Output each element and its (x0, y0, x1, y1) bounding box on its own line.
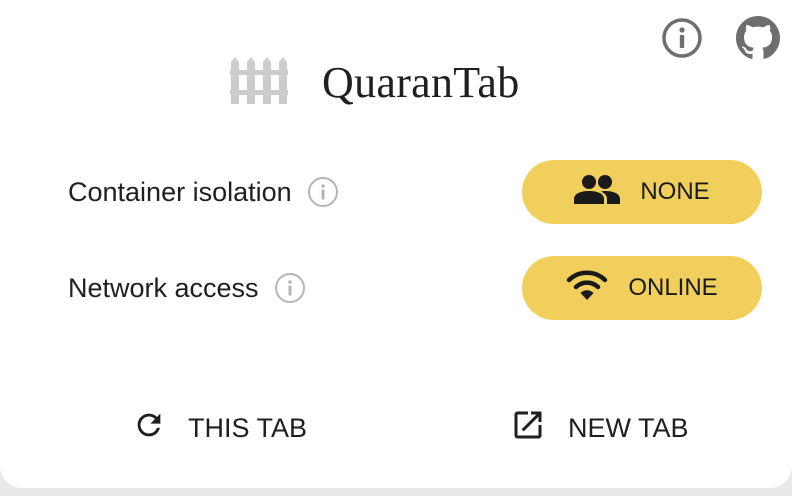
fence-icon (230, 56, 288, 109)
new-tab-label: NEW TAB (568, 412, 689, 443)
info-icon[interactable] (306, 175, 340, 209)
setting-label: Network access (68, 272, 259, 303)
container-isolation-toggle[interactable]: NONE (522, 160, 762, 224)
network-access-value: ONLINE (628, 274, 718, 301)
open-this-tab-button[interactable]: THIS TAB (132, 400, 307, 456)
info-icon[interactable] (660, 16, 704, 60)
setting-label-group: Container isolation (68, 175, 340, 209)
popup: QuaranTab Container isolation NONE Netwo… (0, 0, 792, 488)
wifi-icon (566, 269, 608, 308)
info-icon[interactable] (273, 271, 307, 305)
open-new-tab-button[interactable]: NEW TAB (510, 400, 689, 456)
setting-label-group: Network access (68, 271, 307, 305)
action-bar: THIS TAB NEW TAB (0, 400, 792, 456)
setting-container-isolation: Container isolation NONE (68, 160, 762, 224)
refresh-icon (132, 408, 166, 449)
header-actions (660, 16, 780, 60)
network-access-toggle[interactable]: ONLINE (522, 256, 762, 320)
github-icon[interactable] (736, 16, 780, 60)
brand: QuaranTab (230, 56, 520, 109)
container-isolation-value: NONE (640, 178, 710, 205)
setting-label: Container isolation (68, 176, 292, 207)
people-icon (574, 174, 621, 211)
this-tab-label: THIS TAB (188, 412, 308, 443)
open-in-new-icon (510, 407, 546, 450)
app-title: QuaranTab (322, 58, 520, 107)
setting-network-access: Network access ONLINE (68, 256, 762, 320)
